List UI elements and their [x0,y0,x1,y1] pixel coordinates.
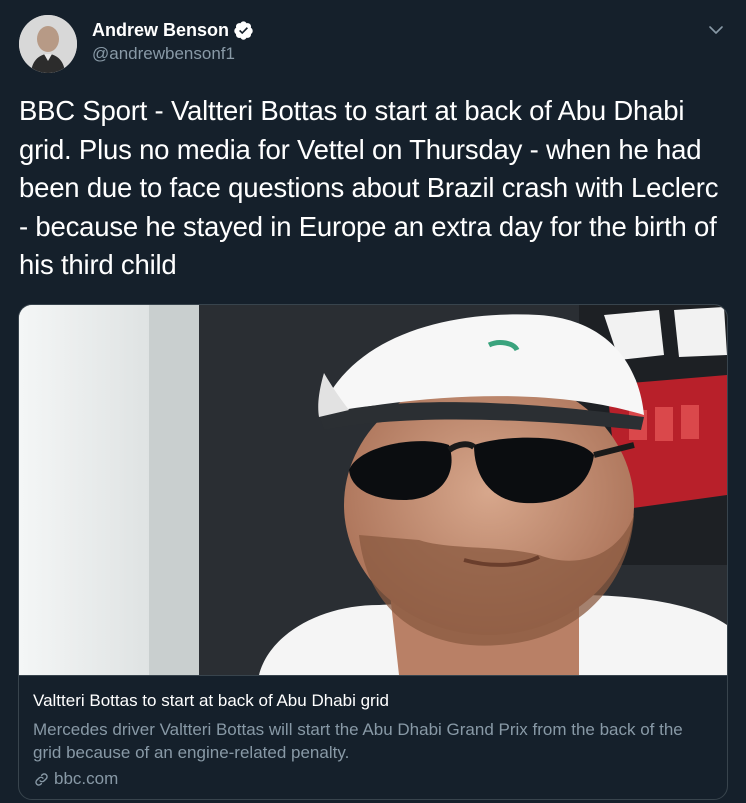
card-divider [19,675,727,676]
chevron-down-icon [709,26,723,34]
card-title[interactable]: Valtteri Bottas to start at back of Abu … [33,691,389,711]
author-display-name[interactable]: Andrew Benson [92,20,229,41]
card-image[interactable] [19,305,727,675]
author-handle[interactable]: @andrewbensonf1 [92,44,254,64]
person-avatar-icon [19,15,77,73]
card-description: Mercedes driver Valtteri Bottas will sta… [33,720,683,762]
link-icon [35,772,48,786]
tweet-text: BBC Sport - Valtteri Bottas to start at … [19,95,719,280]
link-card[interactable]: Valtteri Bottas to start at back of Abu … [18,304,728,800]
card-domain-label: bbc.com [54,769,119,788]
verified-badge-icon [233,20,254,41]
tweet: Andrew Benson @andrewbensonf1 BBC Sport … [0,0,746,803]
driver-photo-icon [19,305,727,675]
avatar[interactable] [19,15,77,73]
tweet-menu-button[interactable] [706,20,726,40]
author-block: Andrew Benson @andrewbensonf1 [92,18,254,64]
card-domain[interactable]: bbc.com [33,769,118,789]
